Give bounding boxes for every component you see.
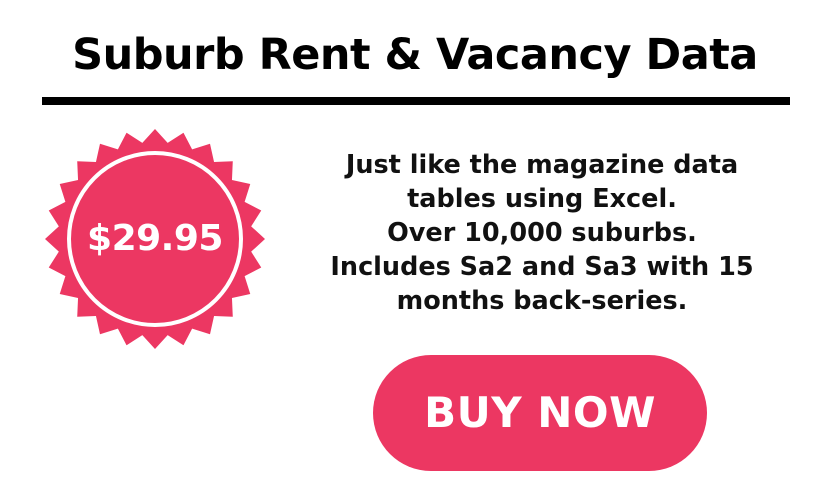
description-line: Over 10,000 suburbs.	[387, 218, 697, 248]
title-underline	[42, 97, 790, 105]
description-line: Just like the magazine data	[345, 150, 739, 180]
description-line: Includes Sa2 and Sa3 with 15	[330, 252, 754, 282]
buy-now-button[interactable]: BUY NOW	[373, 355, 707, 471]
description-line: months back-series.	[396, 286, 688, 316]
product-description: Just like the magazine data tables using…	[292, 148, 792, 318]
price-badge: $29.95	[44, 128, 266, 350]
page-title: Suburb Rent & Vacancy Data	[72, 30, 758, 80]
description-line: tables using Excel.	[407, 184, 677, 214]
price-label: $29.95	[87, 218, 223, 259]
